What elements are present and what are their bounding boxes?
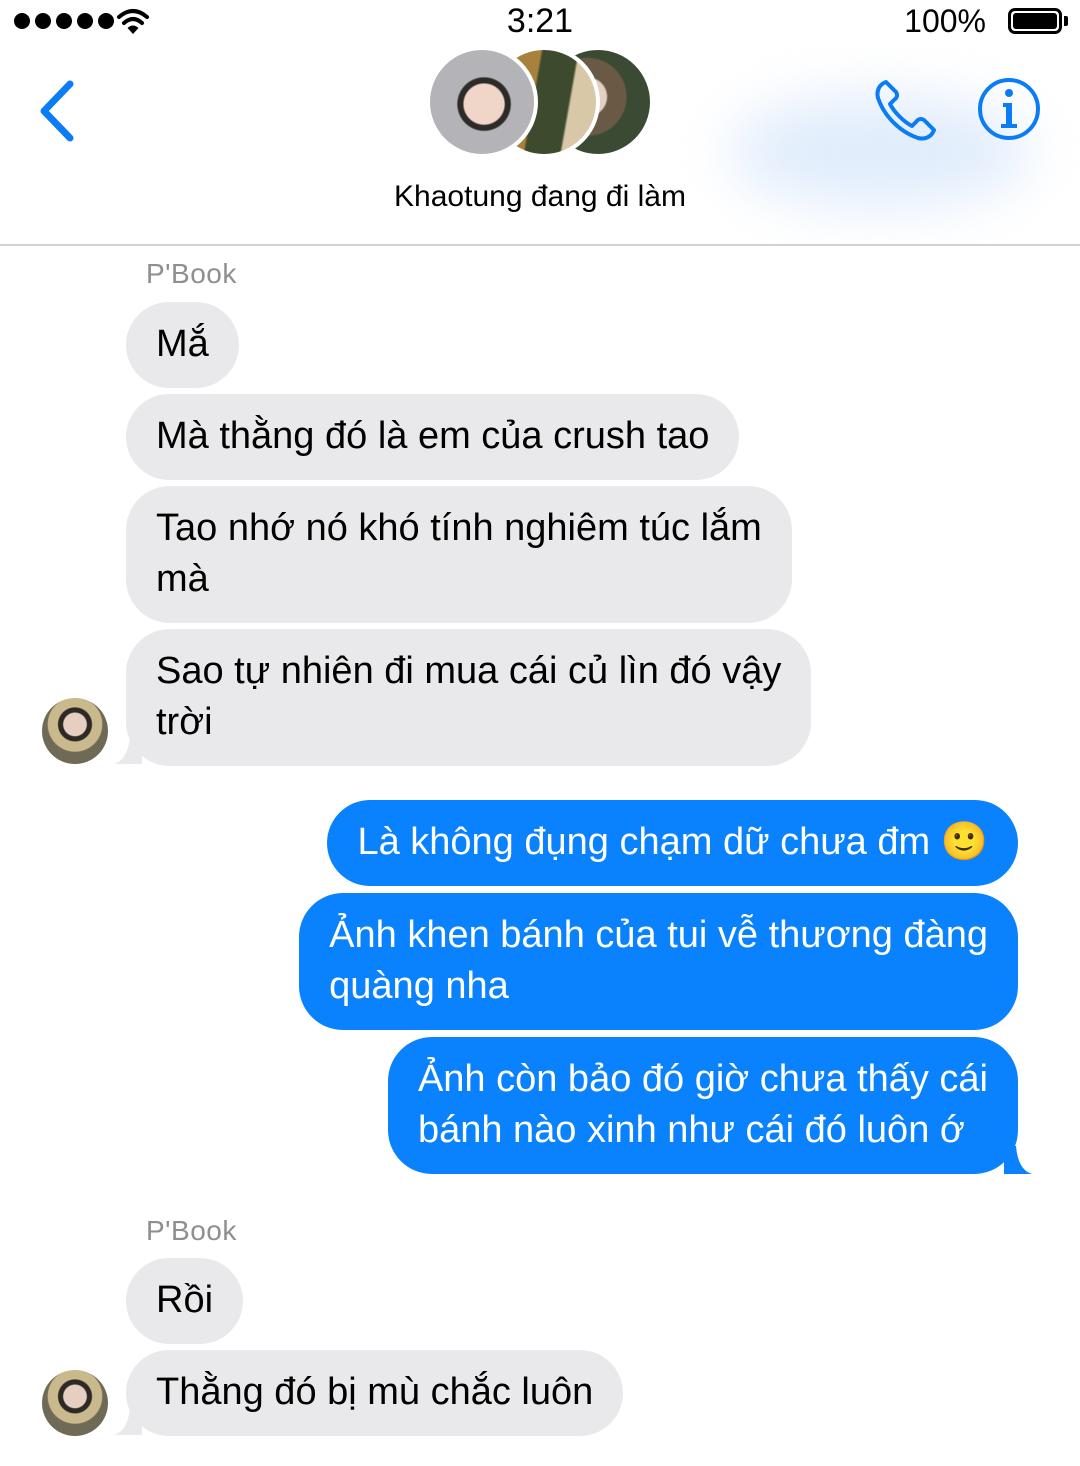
conversation-title[interactable]: Khaotung đang đi làm (0, 180, 1080, 214)
back-chevron-icon[interactable] (30, 76, 90, 146)
info-icon[interactable] (976, 76, 1042, 142)
member-avatar (426, 46, 538, 158)
sender-avatar[interactable] (42, 698, 108, 764)
sender-name: P'Book (146, 258, 237, 289)
incoming-message-bubble[interactable]: Mắ (126, 302, 239, 388)
sender-name: P'Book (146, 1215, 237, 1246)
bubble-tail (114, 1407, 142, 1435)
incoming-message-bubble[interactable]: Thằng đó bị mù chắc luôn (126, 1350, 624, 1436)
bubble-tail (1004, 1146, 1032, 1174)
bubble-tail (114, 736, 142, 764)
status-bar: 3:21 100% (0, 0, 1080, 46)
group-avatar-stack[interactable] (426, 46, 656, 164)
outgoing-message-bubble[interactable]: Ảnh còn bảo đó giờ chưa thấy cái bánh nà… (387, 1037, 1018, 1174)
battery-icon (1008, 8, 1068, 34)
sender-avatar[interactable] (42, 1370, 108, 1436)
outgoing-message-bubble[interactable]: Là không đụng chạm dữ chưa đm 🙂 (327, 800, 1018, 886)
phone-icon[interactable] (872, 76, 940, 144)
battery-percentage: 100% (904, 3, 986, 39)
incoming-message-bubble[interactable]: Tao nhớ nó khó tính nghiêm túc lắm mà (126, 486, 792, 623)
incoming-message-bubble[interactable]: Sao tự nhiên đi mua cái củ lìn đó vậy tr… (126, 629, 812, 766)
incoming-message-bubble[interactable]: Rồi (126, 1258, 244, 1344)
conversation-header: Khaotung đang đi làm (0, 46, 1080, 246)
outgoing-message-bubble[interactable]: Ảnh khen bánh của tui vễ thương đàng quà… (299, 893, 1018, 1030)
incoming-message-bubble[interactable]: Mà thằng đó là em của crush tao (126, 394, 740, 480)
